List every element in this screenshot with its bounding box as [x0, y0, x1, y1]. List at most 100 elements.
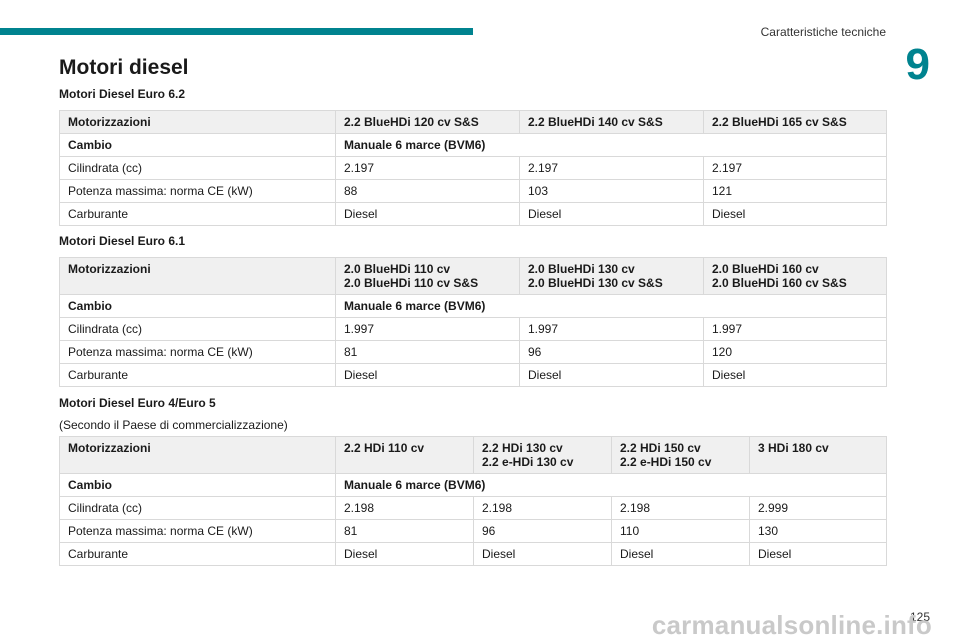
displacement-value: 2.198: [611, 496, 750, 520]
engine-name: 2.0 BlueHDi 110 cv S&S: [344, 276, 479, 290]
engine-name: 2.0 BlueHDi 130 cv S&S: [528, 276, 663, 290]
table-3-subtitle: Motori Diesel Euro 4/Euro 5: [59, 396, 216, 410]
power-value: 103: [519, 179, 704, 203]
table-3-note: (Secondo il Paese di commercializzazione…: [59, 418, 288, 432]
power-value: 110: [611, 519, 750, 543]
row-label-potenza: Potenza massima: norma CE (kW): [59, 179, 336, 203]
table-row: Cilindrata (cc) 2.198 2.198 2.198 2.999: [59, 496, 887, 520]
fuel-value: Diesel: [703, 363, 887, 387]
row-label-motorizzazioni: Motorizzazioni: [59, 436, 336, 474]
engine-name: 2.0 BlueHDi 110 cv: [344, 262, 451, 276]
engine-cell: 2.2 BlueHDi 140 cv S&S: [519, 110, 704, 134]
fuel-value: Diesel: [703, 202, 887, 226]
power-value: 130: [749, 519, 887, 543]
displacement-value: 1.997: [335, 317, 520, 341]
watermark: carmanualsonline.info: [651, 610, 932, 640]
row-label-carburante: Carburante: [59, 202, 336, 226]
engine-cell: 2.0 BlueHDi 160 cv 2.0 BlueHDi 160 cv S&…: [703, 257, 887, 295]
row-label-cambio: Cambio: [59, 294, 336, 318]
engine-name: 2.2 e-HDi 130 cv: [482, 455, 574, 469]
power-value: 88: [335, 179, 520, 203]
displacement-value: 1.997: [519, 317, 704, 341]
spec-table-euro-6-1: Motorizzazioni 2.0 BlueHDi 110 cv 2.0 Bl…: [59, 257, 887, 387]
displacement-value: 2.198: [335, 496, 474, 520]
row-label-cilindrata: Cilindrata (cc): [59, 496, 336, 520]
section-header: Caratteristiche tecniche: [760, 25, 886, 39]
displacement-value: 2.198: [473, 496, 612, 520]
engine-cell: 3 HDi 180 cv: [749, 436, 887, 474]
table-row: Motorizzazioni 2.2 HDi 110 cv 2.2 HDi 13…: [59, 436, 887, 474]
engine-name: 2.2 e-HDi 150 cv: [620, 455, 712, 469]
table-row: Carburante Diesel Diesel Diesel: [59, 363, 887, 387]
gearbox-value: Manuale 6 marce (BVM6): [335, 133, 887, 157]
engine-cell: 2.2 HDi 110 cv: [335, 436, 474, 474]
chapter-number: 9: [905, 40, 930, 89]
row-label-potenza: Potenza massima: norma CE (kW): [59, 519, 336, 543]
top-accent-bar: [0, 28, 473, 35]
spec-table-euro-6-2: Motorizzazioni 2.2 BlueHDi 120 cv S&S 2.…: [59, 110, 887, 226]
row-label-cambio: Cambio: [59, 473, 336, 497]
power-value: 96: [519, 340, 704, 364]
table-row: Motorizzazioni 2.0 BlueHDi 110 cv 2.0 Bl…: [59, 257, 887, 295]
fuel-value: Diesel: [473, 542, 612, 566]
row-label-motorizzazioni: Motorizzazioni: [59, 257, 336, 295]
table-row: Cambio Manuale 6 marce (BVM6): [59, 133, 887, 157]
power-value: 81: [335, 519, 474, 543]
engine-name: 2.0 BlueHDi 160 cv S&S: [712, 276, 847, 290]
engine-name: 2.2 HDi 110 cv: [344, 441, 425, 455]
row-label-cilindrata: Cilindrata (cc): [59, 317, 336, 341]
fuel-value: Diesel: [519, 363, 704, 387]
engine-cell: 2.2 HDi 130 cv 2.2 e-HDi 130 cv: [473, 436, 612, 474]
table-row: Motorizzazioni 2.2 BlueHDi 120 cv S&S 2.…: [59, 110, 887, 134]
fuel-value: Diesel: [335, 363, 520, 387]
displacement-value: 2.197: [703, 156, 887, 180]
power-value: 120: [703, 340, 887, 364]
power-value: 81: [335, 340, 520, 364]
row-label-carburante: Carburante: [59, 542, 336, 566]
page-title: Motori diesel: [59, 56, 189, 79]
engine-name: 2.2 BlueHDi 140 cv S&S: [528, 115, 663, 129]
fuel-value: Diesel: [519, 202, 704, 226]
engine-name: 2.2 HDi 150 cv: [620, 441, 701, 455]
gearbox-value: Manuale 6 marce (BVM6): [335, 294, 887, 318]
table-1-subtitle: Motori Diesel Euro 6.2: [59, 87, 186, 101]
row-label-potenza: Potenza massima: norma CE (kW): [59, 340, 336, 364]
engine-name: 2.2 HDi 130 cv: [482, 441, 563, 455]
table-row: Potenza massima: norma CE (kW) 81 96 110…: [59, 519, 887, 543]
power-value: 96: [473, 519, 612, 543]
engine-name: 2.2 BlueHDi 120 cv S&S: [344, 115, 479, 129]
table-row: Cambio Manuale 6 marce (BVM6): [59, 294, 887, 318]
displacement-value: 2.197: [335, 156, 520, 180]
table-row: Cilindrata (cc) 1.997 1.997 1.997: [59, 317, 887, 341]
displacement-value: 2.999: [749, 496, 887, 520]
gearbox-value: Manuale 6 marce (BVM6): [335, 473, 887, 497]
engine-name: 2.0 BlueHDi 160 cv: [712, 262, 819, 276]
table-row: Carburante Diesel Diesel Diesel Diesel: [59, 542, 887, 566]
table-row: Potenza massima: norma CE (kW) 88 103 12…: [59, 179, 887, 203]
engine-cell: 2.2 HDi 150 cv 2.2 e-HDi 150 cv: [611, 436, 750, 474]
table-row: Cambio Manuale 6 marce (BVM6): [59, 473, 887, 497]
row-label-cilindrata: Cilindrata (cc): [59, 156, 336, 180]
spec-table-euro-4-5: Motorizzazioni 2.2 HDi 110 cv 2.2 HDi 13…: [59, 436, 887, 566]
displacement-value: 1.997: [703, 317, 887, 341]
engine-cell: 2.0 BlueHDi 110 cv 2.0 BlueHDi 110 cv S&…: [335, 257, 520, 295]
fuel-value: Diesel: [749, 542, 887, 566]
engine-cell: 2.0 BlueHDi 130 cv 2.0 BlueHDi 130 cv S&…: [519, 257, 704, 295]
engine-cell: 2.2 BlueHDi 120 cv S&S: [335, 110, 520, 134]
row-label-motorizzazioni: Motorizzazioni: [59, 110, 336, 134]
row-label-cambio: Cambio: [59, 133, 336, 157]
displacement-value: 2.197: [519, 156, 704, 180]
table-row: Cilindrata (cc) 2.197 2.197 2.197: [59, 156, 887, 180]
table-2-subtitle: Motori Diesel Euro 6.1: [59, 234, 186, 248]
engine-name: 2.0 BlueHDi 130 cv: [528, 262, 635, 276]
table-row: Carburante Diesel Diesel Diesel: [59, 202, 887, 226]
fuel-value: Diesel: [335, 542, 474, 566]
fuel-value: Diesel: [611, 542, 750, 566]
fuel-value: Diesel: [335, 202, 520, 226]
table-row: Potenza massima: norma CE (kW) 81 96 120: [59, 340, 887, 364]
row-label-carburante: Carburante: [59, 363, 336, 387]
engine-cell: 2.2 BlueHDi 165 cv S&S: [703, 110, 887, 134]
power-value: 121: [703, 179, 887, 203]
engine-name: 2.2 BlueHDi 165 cv S&S: [712, 115, 847, 129]
engine-name: 3 HDi 180 cv: [758, 441, 829, 455]
